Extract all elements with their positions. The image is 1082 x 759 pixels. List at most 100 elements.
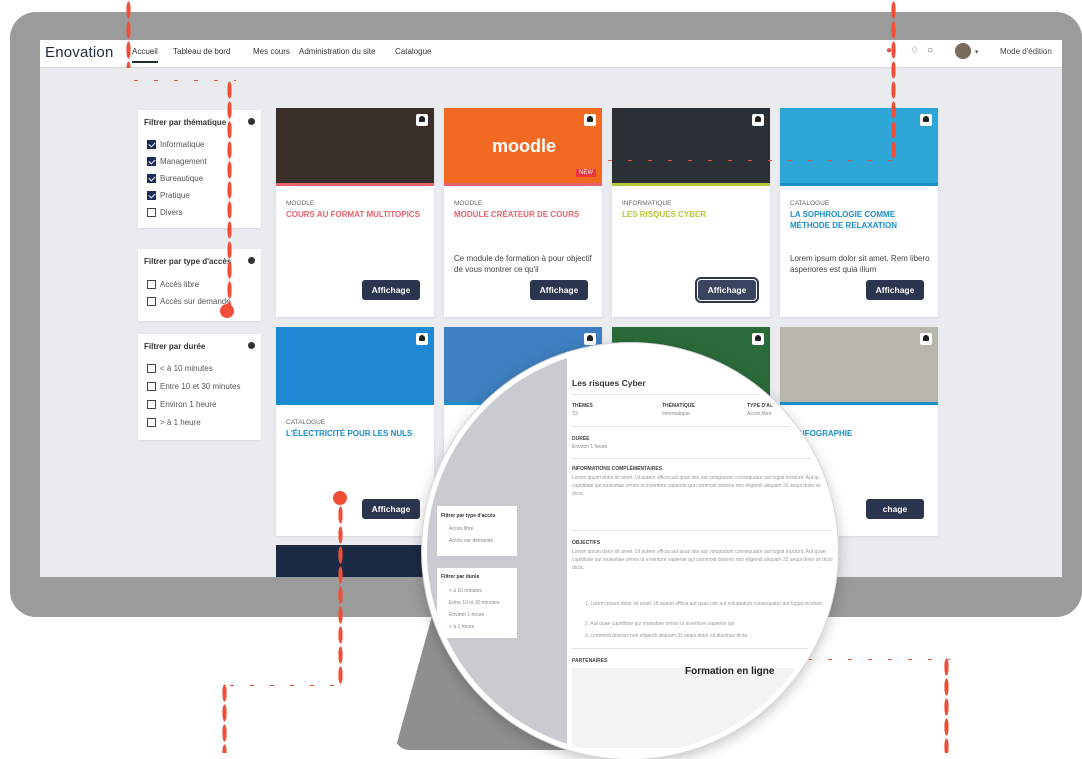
checkbox[interactable]: [147, 418, 156, 427]
user-icon: [584, 333, 596, 345]
course-card-image[interactable]: [780, 108, 938, 183]
card-description: Ce module de formation à pour objectif d…: [454, 254, 592, 274]
card-title[interactable]: MODULE CRÉATEUR DE COURS: [454, 209, 594, 220]
filter-option[interactable]: Management: [147, 157, 207, 166]
course-card-image[interactable]: [276, 327, 434, 402]
affichage-button[interactable]: Affichage: [530, 280, 588, 300]
course-card[interactable]: CATALOGUE LA SOPHROLOGIE COMME MÉTHODE DE…: [780, 108, 938, 317]
zoom-sidebar: Filtrer par type d'accès Accès libre Acc…: [427, 348, 577, 754]
collapse-icon[interactable]: [248, 118, 255, 125]
nav-accueil[interactable]: Accueil: [132, 47, 158, 63]
card-color-strip: [276, 402, 434, 405]
filter-thematique-panel: Filtrer par thématique Informatique Mana…: [138, 110, 261, 228]
nav-mes-cours[interactable]: Mes cours: [253, 47, 290, 56]
affichage-button[interactable]: Affichage: [362, 280, 420, 300]
checkbox[interactable]: [147, 297, 156, 306]
course-card-image[interactable]: [276, 108, 434, 183]
decor-dot: [333, 491, 347, 505]
card-category: CATALOGUE: [790, 200, 830, 207]
avatar[interactable]: [955, 43, 971, 59]
checkbox[interactable]: [147, 191, 156, 200]
brand-logo[interactable]: Enovation: [45, 44, 114, 61]
decor-dots: [944, 657, 949, 753]
course-card-image[interactable]: [612, 108, 770, 183]
chat-icon[interactable]: ○: [927, 45, 933, 56]
collapse-icon[interactable]: [248, 342, 255, 349]
filter-thematique-title: Filtrer par thématique: [144, 118, 227, 127]
moodle-logo: moodle: [492, 136, 557, 156]
checkbox[interactable]: [147, 400, 156, 409]
filter-option[interactable]: Accès sur demande: [147, 297, 231, 306]
card-color-strip: [444, 183, 602, 186]
collapse-icon[interactable]: [248, 257, 255, 264]
card-title[interactable]: L'ÉLECTRICITÉ POUR LES NULS: [286, 428, 426, 439]
bell-icon[interactable]: ♢: [910, 45, 919, 56]
checkbox[interactable]: [147, 382, 156, 391]
top-navbar: Enovation Accueil Tableau de bord Mes co…: [40, 40, 1062, 68]
decor-dots: [227, 80, 232, 305]
banner-text: Formation en ligne: [685, 666, 775, 677]
filter-option[interactable]: < à 10 minutes: [147, 364, 213, 373]
edit-mode-toggle[interactable]: Mode d'édition: [1000, 47, 1052, 56]
zoom-magnifier: Filtrer par type d'accès Accès libre Acc…: [422, 343, 838, 759]
user-icon: [920, 333, 932, 345]
filter-option[interactable]: > à 1 heure: [147, 418, 201, 427]
nav-administration[interactable]: Administration du site: [299, 47, 375, 56]
course-card[interactable]: moodle NEW MOODLE MODULE CRÉATEUR DE COURS C…: [444, 108, 602, 317]
checkbox[interactable]: [147, 280, 156, 289]
filter-option[interactable]: Divers: [147, 208, 183, 217]
course-detail-title: Les risques Cyber: [572, 378, 646, 388]
checkbox[interactable]: [147, 140, 156, 149]
card-title[interactable]: COURS AU FORMAT MULTITOPICS: [286, 209, 426, 220]
affichage-button[interactable]: Affichage: [362, 499, 420, 519]
decor-dots: [600, 158, 895, 163]
course-card-image[interactable]: [276, 545, 434, 577]
nav-catalogue[interactable]: Catalogue: [395, 47, 431, 56]
checkbox[interactable]: [147, 157, 156, 166]
user-icon: [920, 114, 932, 126]
filter-option[interactable]: Accès libre: [147, 280, 199, 289]
card-title[interactable]: LES RISQUES CYBER: [622, 209, 762, 220]
card-category: MOODLE: [286, 200, 315, 207]
user-icon: [416, 114, 428, 126]
user-icon: [416, 333, 428, 345]
filter-duree-title: Filtrer par durée: [144, 342, 206, 351]
card-color-strip: [612, 183, 770, 186]
card-color-strip: [276, 183, 434, 186]
card-category: INFORMATIQUE: [622, 200, 672, 207]
decor-dots: [891, 0, 896, 160]
card-title[interactable]: LA SOPHROLOGIE COMME MÉTHODE DE RELAXATI…: [790, 209, 930, 231]
course-card-image[interactable]: moodle NEW: [444, 108, 602, 183]
checkbox[interactable]: [147, 174, 156, 183]
decor-dots: [222, 683, 227, 753]
filter-option[interactable]: Informatique: [147, 140, 204, 149]
card-description: Lorem ipsum dolor sit amet. Rem libero a…: [790, 254, 930, 274]
card-category: CATALOGUE: [286, 419, 326, 426]
filter-option[interactable]: Pratique: [147, 191, 190, 200]
card-color-strip: [780, 183, 938, 186]
affichage-button[interactable]: Affichage: [695, 277, 759, 303]
partner-banner: [572, 668, 833, 748]
filter-acces-title: Filtrer par type d'accès: [144, 257, 232, 266]
filter-option[interactable]: Environ 1 heure: [147, 400, 216, 409]
user-icon: [584, 114, 596, 126]
filter-option[interactable]: Bureautique: [147, 174, 203, 183]
affichage-button[interactable]: Affichage: [866, 280, 924, 300]
course-card[interactable]: CATALOGUE L'ÉLECTRICITÉ POUR LES NULS Affi…: [276, 327, 434, 536]
decor-dots: [126, 78, 236, 83]
filter-acces-panel: Filtrer par type d'accès Accès libre Acc…: [138, 249, 261, 321]
decor-dots: [126, 0, 131, 68]
card-category: MOODLE: [454, 200, 483, 207]
chevron-down-icon[interactable]: ▾: [975, 48, 979, 56]
new-badge: NEW: [576, 169, 596, 177]
course-card[interactable]: INFORMATIQUE LES RISQUES CYBER Affichage: [612, 108, 770, 317]
checkbox[interactable]: [147, 364, 156, 373]
nav-tableau-de-bord[interactable]: Tableau de bord: [173, 47, 230, 56]
affichage-button[interactable]: chage: [866, 499, 924, 519]
course-card[interactable]: MOODLE COURS AU FORMAT MULTITOPICS Afficha…: [276, 108, 434, 317]
decor-dots: [338, 505, 343, 685]
filter-duree-panel: Filtrer par durée < à 10 minutes Entre 1…: [138, 334, 261, 440]
filter-option[interactable]: Entre 10 et 30 minutes: [147, 382, 241, 391]
user-icon: [752, 114, 764, 126]
checkbox[interactable]: [147, 208, 156, 217]
